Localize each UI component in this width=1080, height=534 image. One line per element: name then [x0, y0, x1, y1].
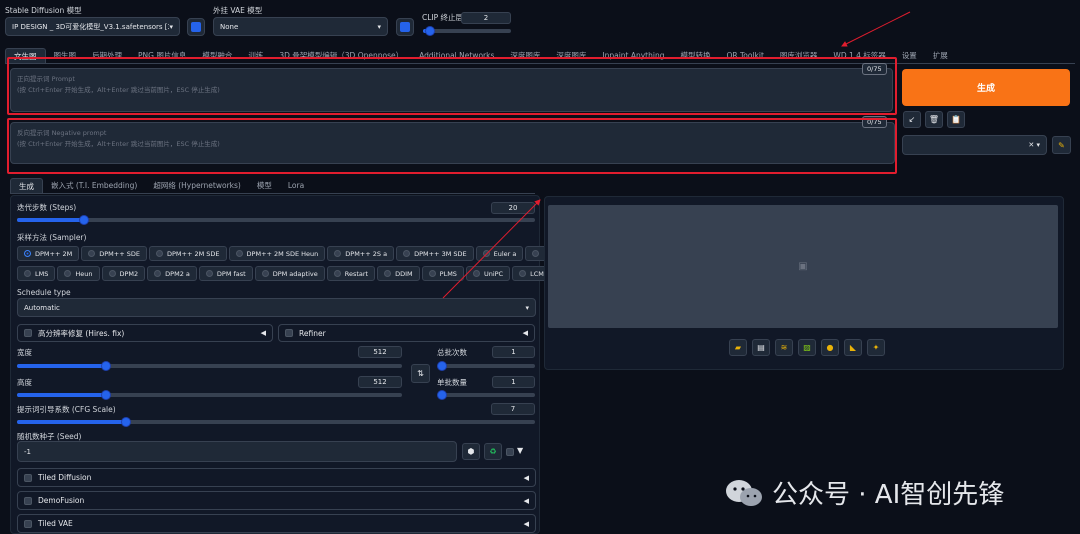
arrow-to-output-panel	[442, 199, 541, 299]
watermark-text: 公众号 · AI智创先锋	[772, 480, 1005, 510]
arrow-to-gallery-browser	[841, 11, 911, 47]
watermark: 公众号 · AI智创先锋	[724, 474, 1004, 511]
wechat-icon	[726, 479, 762, 506]
annotation-arrows	[442, 11, 911, 299]
